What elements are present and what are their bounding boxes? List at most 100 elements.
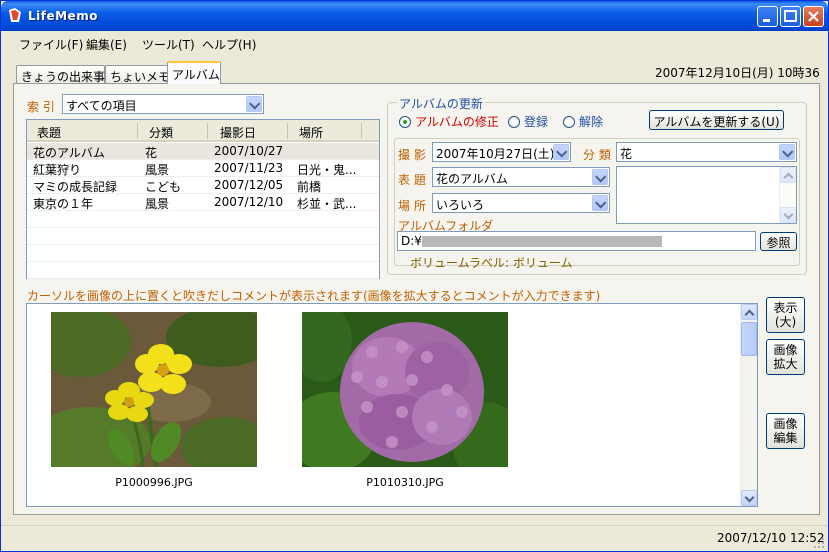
row-place: 日光・鬼... xyxy=(297,163,357,177)
radio-icon xyxy=(563,116,575,128)
scroll-down-icon[interactable] xyxy=(780,207,796,223)
show-large-line2: (大) xyxy=(774,315,797,329)
menu-tools[interactable]: ツール(T) xyxy=(142,36,195,53)
chevron-down-icon[interactable] xyxy=(553,144,569,160)
close-icon xyxy=(808,11,819,22)
column-header-category[interactable]: 分類 xyxy=(149,124,173,141)
tab-album[interactable]: アルバム xyxy=(167,61,221,84)
browse-button[interactable]: 参照 xyxy=(760,232,797,251)
status-bar: 2007/12/10 12:52 xyxy=(1,525,828,551)
table-row[interactable]: 花のアルバム 花 2007/10/27 xyxy=(27,143,379,160)
row-place: 前橋 xyxy=(297,180,322,194)
column-header-date[interactable]: 撮影日 xyxy=(220,124,256,141)
comment-scrollbar[interactable] xyxy=(779,167,796,223)
scroll-up-icon[interactable] xyxy=(780,167,796,183)
category-combo[interactable]: 花 xyxy=(616,142,797,162)
table-row xyxy=(27,245,379,262)
thumbnail-hydrangea[interactable] xyxy=(302,312,508,467)
table-row[interactable]: 紅葉狩り 風景 2007/11/23 日光・鬼... xyxy=(27,160,379,177)
index-combo-value: すべての項目 xyxy=(66,99,137,113)
show-large-button[interactable]: 表示 (大) xyxy=(766,297,805,333)
row-category: 花 xyxy=(145,146,158,160)
shoot-date-label: 撮 影 xyxy=(398,148,426,162)
column-divider[interactable] xyxy=(361,123,362,139)
gallery-scrollbar[interactable] xyxy=(740,304,757,506)
row-title: 紅葉狩り xyxy=(33,163,82,177)
image-gallery[interactable]: P1000996.JPG P1010310.JPG xyxy=(26,303,758,507)
app-logo-icon xyxy=(9,8,21,22)
scroll-thumb[interactable] xyxy=(741,322,757,356)
minimize-icon xyxy=(763,19,770,22)
radio-release[interactable]: 解除 xyxy=(563,113,603,130)
chevron-down-icon[interactable] xyxy=(592,169,608,185)
title-label: 表 題 xyxy=(398,173,426,187)
window-title: LifeMemo xyxy=(28,9,98,23)
chevron-down-icon[interactable] xyxy=(779,144,795,160)
table-row[interactable]: マミの成長記録 こども 2007/12/05 前橋 xyxy=(27,177,379,194)
column-header-title[interactable]: 表題 xyxy=(37,124,61,141)
table-row xyxy=(27,228,379,245)
minimize-button[interactable] xyxy=(757,6,778,27)
tab-today[interactable]: きょうの出来事 xyxy=(16,65,105,84)
table-row[interactable]: 東京の１年 風景 2007/12/10 杉並・武... xyxy=(27,194,379,211)
app-window: LifeMemo ファイル(F) 編集(E) ツール(T) ヘルプ(H) きょう… xyxy=(0,0,829,552)
comment-textarea[interactable] xyxy=(616,166,797,224)
chevron-down-icon[interactable] xyxy=(246,96,262,112)
table-row xyxy=(27,262,379,279)
enlarge-image-button[interactable]: 画像 拡大 xyxy=(766,339,805,375)
shoot-date-picker[interactable]: 2007年10月27日(土) xyxy=(432,142,571,162)
show-large-line1: 表示 xyxy=(773,301,798,315)
title-value: 花のアルバム xyxy=(436,172,508,186)
index-label: 索 引 xyxy=(27,100,55,114)
radio-modify-label: アルバムの修正 xyxy=(415,115,499,129)
column-header-place[interactable]: 場所 xyxy=(299,124,323,141)
maximize-button[interactable] xyxy=(780,6,801,27)
redacted-path xyxy=(421,236,662,247)
close-button[interactable] xyxy=(803,6,824,27)
category-value: 花 xyxy=(620,147,633,161)
album-list[interactable]: 表題 分類 撮影日 場所 花のアルバム 花 2007/10/27 紅葉狩り 風景… xyxy=(26,119,380,279)
title-bar[interactable]: LifeMemo xyxy=(1,1,828,31)
caption-yellow-flower: P1000996.JPG xyxy=(115,476,193,489)
edit-image-button[interactable]: 画像 編集 xyxy=(766,413,805,449)
column-divider[interactable] xyxy=(137,123,138,139)
album-folder-input[interactable]: D:¥ xyxy=(397,231,756,251)
radio-modify[interactable]: アルバムの修正 xyxy=(399,113,499,130)
menu-file[interactable]: ファイル(F) xyxy=(19,36,83,53)
row-date: 2007/10/27 xyxy=(214,144,284,158)
album-list-header: 表題 分類 撮影日 場所 xyxy=(27,120,379,142)
update-album-button[interactable]: アルバムを更新する(U) xyxy=(649,110,784,130)
place-value: いろいろ xyxy=(436,198,485,212)
menu-bar: ファイル(F) 編集(E) ツール(T) ヘルプ(H) xyxy=(1,31,828,55)
place-combo[interactable]: いろいろ xyxy=(432,193,610,213)
row-category: 風景 xyxy=(145,163,170,177)
column-divider[interactable] xyxy=(287,123,288,139)
title-combo[interactable]: 花のアルバム xyxy=(432,167,610,187)
status-time: 2007/12/10 12:52 xyxy=(717,531,825,545)
album-update-title: アルバムの更新 xyxy=(397,95,485,112)
row-title: 花のアルバム xyxy=(33,146,105,160)
chevron-down-icon[interactable] xyxy=(592,195,608,211)
album-folder-path: D:¥ xyxy=(401,234,422,248)
radio-register[interactable]: 登録 xyxy=(508,113,548,130)
table-row xyxy=(27,211,379,228)
edit-line2: 編集 xyxy=(773,431,798,445)
caption-hydrangea: P1010310.JPG xyxy=(366,476,444,489)
menu-edit[interactable]: 編集(E) xyxy=(86,36,127,53)
row-date: 2007/11/23 xyxy=(214,161,284,175)
thumbnail-yellow-flower[interactable] xyxy=(51,312,257,467)
column-divider[interactable] xyxy=(207,123,208,139)
menu-help[interactable]: ヘルプ(H) xyxy=(202,36,256,53)
radio-release-label: 解除 xyxy=(579,115,604,129)
row-date: 2007/12/10 xyxy=(214,195,284,209)
radio-register-label: 登録 xyxy=(524,115,549,129)
row-title: マミの成長記録 xyxy=(33,180,118,194)
tab-memo[interactable]: ちょいメモ xyxy=(105,65,170,84)
scroll-down-icon[interactable] xyxy=(741,490,757,506)
edit-line1: 画像 xyxy=(773,417,798,431)
resize-grip-icon[interactable] xyxy=(813,537,825,549)
index-combo[interactable]: すべての項目 xyxy=(62,94,264,114)
radio-selected-icon xyxy=(399,116,411,128)
scroll-up-icon[interactable] xyxy=(741,304,757,320)
row-category: 風景 xyxy=(145,197,170,211)
